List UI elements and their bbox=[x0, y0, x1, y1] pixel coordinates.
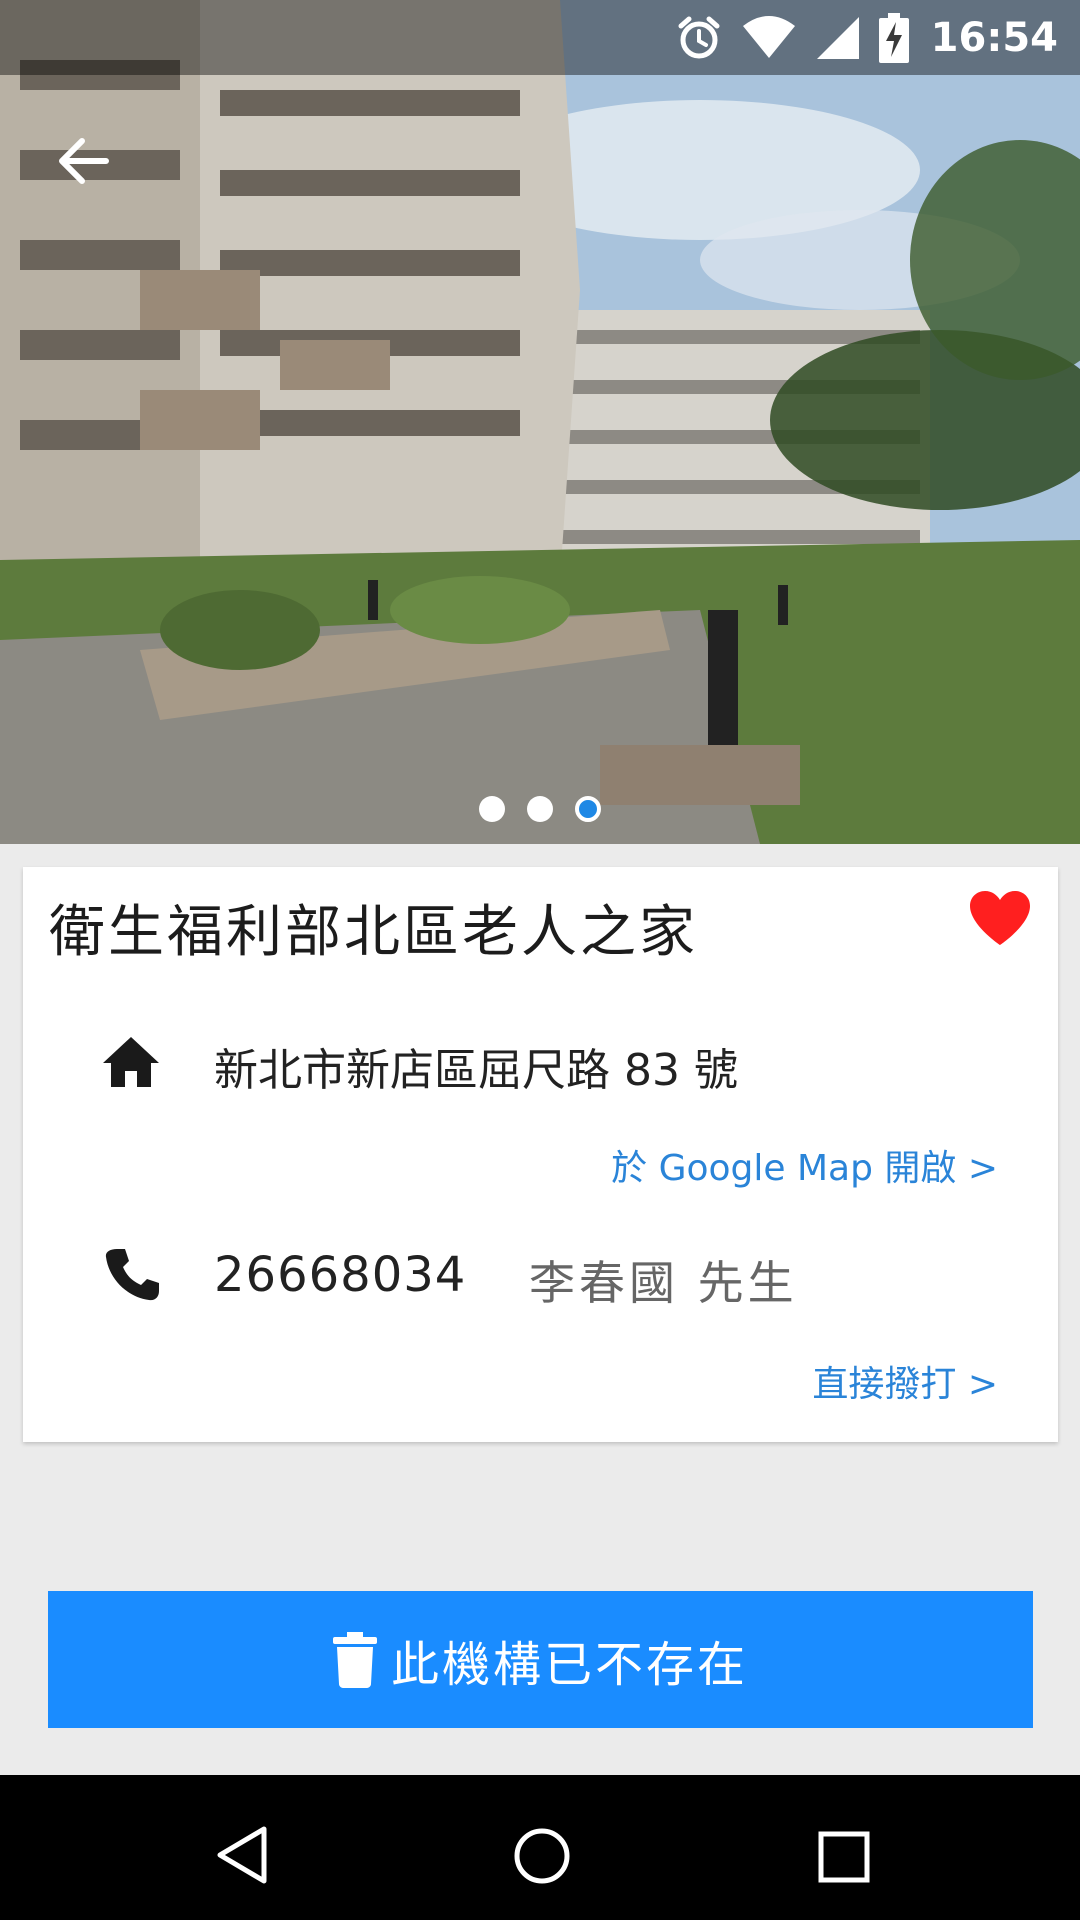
contact-person: 李春國 先生 bbox=[529, 1256, 798, 1310]
status-bar: 16:54 bbox=[0, 0, 1080, 75]
back-button[interactable] bbox=[50, 128, 116, 194]
carousel-indicator bbox=[0, 796, 1080, 822]
facility-not-exist-label: 此機構已不存在 bbox=[390, 1636, 748, 1693]
home-icon bbox=[103, 1037, 159, 1087]
facility-not-exist-button[interactable]: 此機構已不存在 bbox=[48, 1591, 1033, 1728]
carousel-dot[interactable] bbox=[479, 796, 505, 822]
wifi-icon bbox=[741, 15, 797, 60]
heart-icon bbox=[970, 891, 1030, 945]
nav-back-icon[interactable] bbox=[214, 1825, 270, 1885]
signal-icon bbox=[815, 15, 861, 61]
direct-call-link[interactable]: 直接撥打 > bbox=[812, 1355, 998, 1407]
nav-home-icon[interactable] bbox=[513, 1827, 571, 1885]
carousel-dot-active[interactable] bbox=[575, 796, 601, 822]
phone-number: 26668034 bbox=[214, 1247, 467, 1303]
open-google-map-link[interactable]: 於 Google Map 開啟 > bbox=[611, 1139, 998, 1191]
battery-charging-icon bbox=[878, 12, 909, 63]
facility-name: 衛生福利部北區老人之家 bbox=[49, 900, 698, 965]
facility-info-card: 衛生福利部北區老人之家 新北市新店區屈尺路 83 號 於 Google Map … bbox=[23, 867, 1058, 1442]
trash-icon bbox=[332, 1631, 377, 1688]
address-text: 新北市新店區屈尺路 83 號 bbox=[214, 1045, 738, 1096]
status-time: 16:54 bbox=[930, 14, 1058, 61]
nav-recents-icon[interactable] bbox=[818, 1831, 870, 1883]
hero-image[interactable]: 16:54 bbox=[0, 0, 1080, 844]
building-photo bbox=[0, 0, 1080, 844]
phone-icon bbox=[105, 1249, 159, 1301]
arrow-back-icon bbox=[59, 138, 109, 184]
favorite-button[interactable] bbox=[968, 889, 1040, 953]
carousel-dot[interactable] bbox=[527, 796, 553, 822]
alarm-icon bbox=[675, 14, 723, 62]
navigation-bar bbox=[0, 1775, 1080, 1920]
